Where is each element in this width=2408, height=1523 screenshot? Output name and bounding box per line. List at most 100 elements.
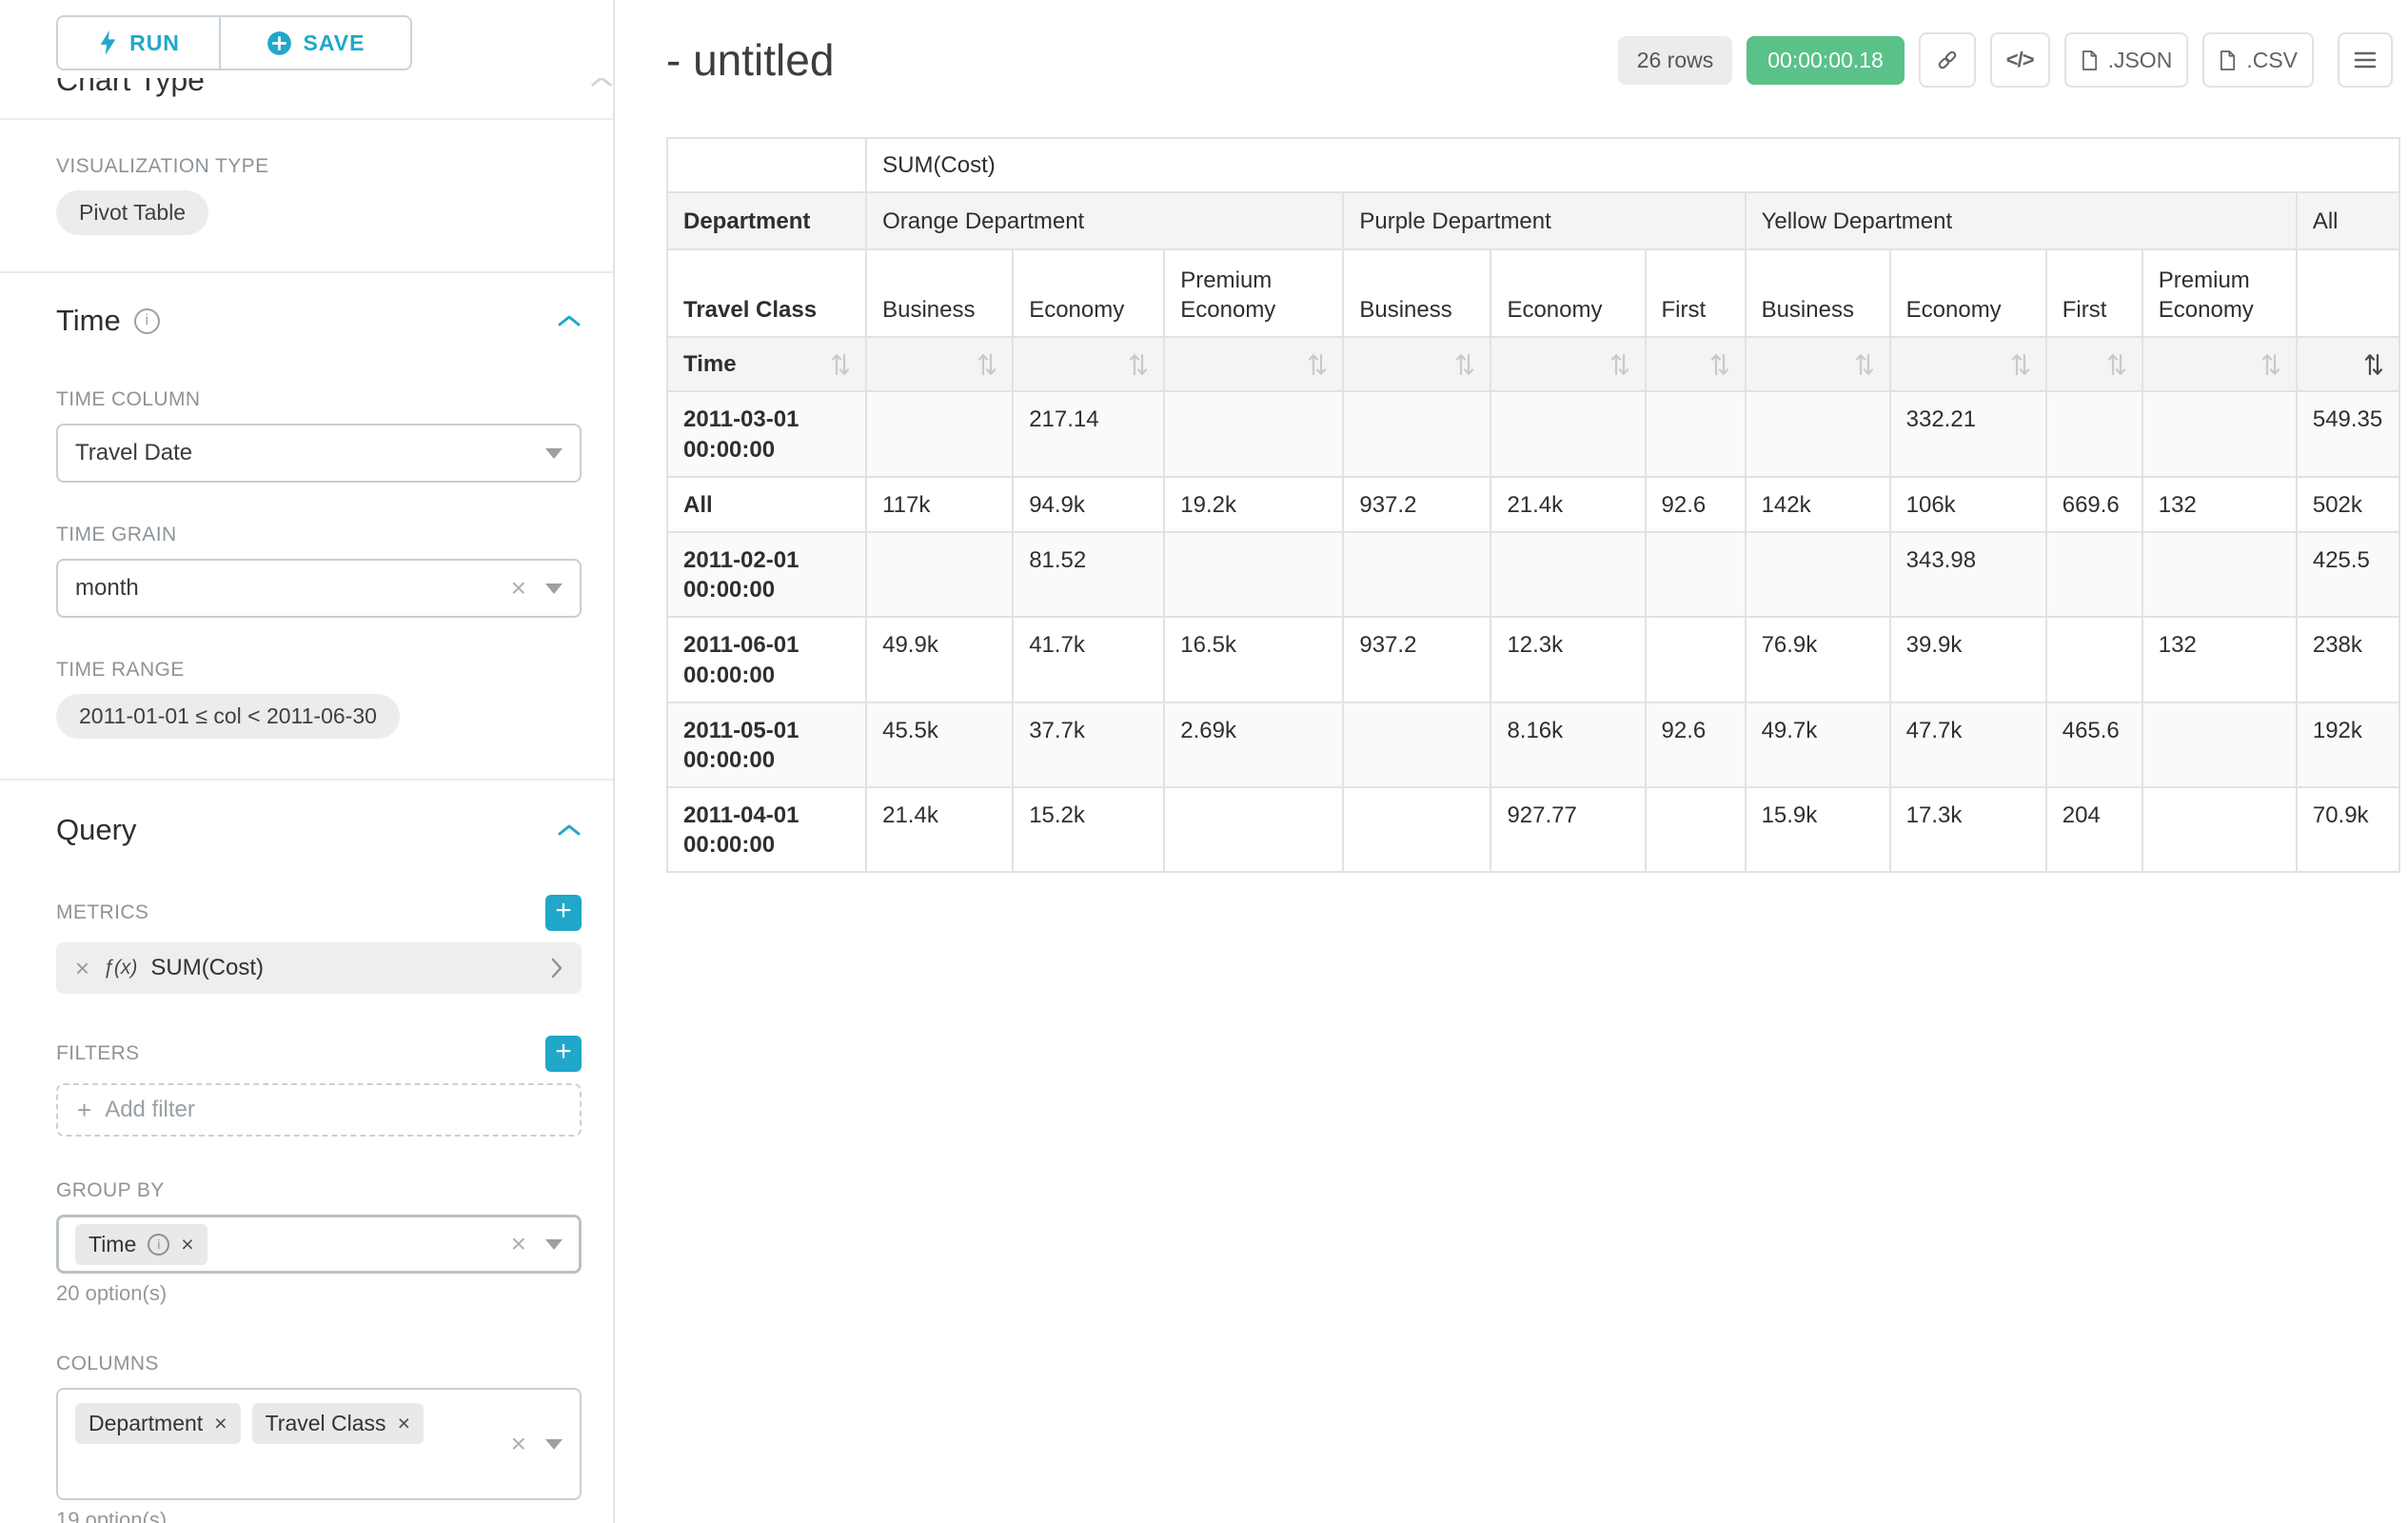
sort-icon[interactable] [2364, 352, 2383, 377]
col-leaf-header: Business [866, 249, 1013, 337]
col-leaf-header [2297, 249, 2399, 337]
query-section: Query METRICS + × ƒ(x) SUM(Cost) FILTERS… [0, 809, 613, 1523]
sort-cell [1164, 337, 1343, 391]
export-csv-button[interactable]: .CSV [2202, 32, 2314, 88]
corner-cell [667, 138, 866, 192]
chevron-up-icon[interactable] [590, 78, 613, 89]
run-button[interactable]: RUN [56, 15, 220, 70]
columns-select[interactable]: Department × Travel Class × × [56, 1388, 582, 1500]
sort-icon[interactable] [1610, 352, 1629, 377]
function-icon: ƒ(x) [103, 957, 137, 979]
caret-down-icon[interactable] [545, 448, 563, 459]
col-group-header: Purple Department [1343, 192, 1745, 249]
sort-icon[interactable] [1308, 352, 1327, 377]
pivot-cell: 92.6 [1646, 702, 1746, 787]
col-leaf-header: Premium Economy [1164, 249, 1343, 337]
export-json-button[interactable]: .JSON [2064, 32, 2189, 88]
metric-header: SUM(Cost) [866, 138, 2399, 192]
pivot-cell: 927.77 [1490, 787, 1645, 872]
sort-icon[interactable] [1455, 352, 1474, 377]
file-icon [2081, 49, 2099, 71]
group-by-label: GROUP BY [56, 1178, 582, 1203]
column-info-icon[interactable]: i [148, 1234, 169, 1256]
pivot-cell [1490, 532, 1645, 617]
pivot-cell: 502k [2297, 477, 2399, 532]
time-range-pill[interactable]: 2011-01-01 ≤ col < 2011-06-30 [56, 694, 400, 739]
caret-down-icon[interactable] [545, 1239, 563, 1250]
sort-icon[interactable] [977, 352, 997, 377]
sort-icon[interactable] [1710, 352, 1729, 377]
divider [0, 779, 613, 781]
sort-icon[interactable] [2261, 352, 2280, 377]
viz-type-pill[interactable]: Pivot Table [56, 190, 208, 235]
columns-tag: Travel Class × [252, 1403, 424, 1444]
column-group-row: DepartmentOrange DepartmentPurple Depart… [667, 192, 2399, 249]
pivot-cell: 37.7k [1013, 702, 1164, 787]
add-filter-button[interactable]: + Add filter [56, 1083, 582, 1137]
time-column-select[interactable]: Travel Date [56, 424, 582, 483]
clear-icon[interactable]: × [511, 575, 526, 602]
remove-tag-icon[interactable]: × [398, 1413, 410, 1434]
column-leaf-row: Travel ClassBusinessEconomyPremium Econo… [667, 249, 2399, 337]
chart-area: - untitled 26 rows 00:00:00.18 </> [615, 0, 2408, 1523]
columns-options-hint: 19 option(s) [56, 1508, 582, 1523]
pivot-cell [2046, 391, 2142, 476]
caret-down-icon[interactable] [545, 1439, 563, 1450]
pivot-cell [1646, 787, 1746, 872]
remove-tag-icon[interactable]: × [214, 1413, 227, 1434]
time-section-header: Time i [56, 300, 582, 342]
col-group-header: All [2297, 192, 2399, 249]
columns-label: COLUMNS [56, 1352, 582, 1376]
sort-icon[interactable] [1855, 352, 1874, 377]
pivot-cell [1746, 532, 1890, 617]
pivot-cell [1343, 532, 1490, 617]
copy-link-button[interactable] [1919, 32, 1976, 88]
pivot-cell: 47.7k [1890, 702, 2046, 787]
add-metric-button[interactable]: + [545, 895, 582, 931]
pivot-cell: 39.9k [1890, 617, 2046, 702]
chart-title[interactable]: - untitled [666, 34, 834, 86]
pivot-cell [1164, 391, 1343, 476]
code-icon: </> [2006, 48, 2034, 72]
pivot-cell: 21.4k [1490, 477, 1645, 532]
time-grain-label: TIME GRAIN [56, 523, 582, 547]
embed-code-button[interactable]: </> [1990, 32, 2050, 88]
add-filter-plus-button[interactable]: + [545, 1036, 582, 1072]
metric-chip[interactable]: × ƒ(x) SUM(Cost) [56, 942, 582, 994]
columns-tag-label: Travel Class [266, 1411, 386, 1436]
info-icon[interactable]: i [134, 308, 160, 334]
sort-cell [1646, 337, 1746, 391]
sort-row: Time [667, 337, 2399, 391]
pivot-cell [2142, 702, 2297, 787]
sort-icon[interactable] [831, 352, 850, 377]
sort-cell [1490, 337, 1645, 391]
caret-down-icon[interactable] [545, 583, 563, 594]
save-button[interactable]: SAVE [220, 15, 412, 70]
sort-icon[interactable] [1129, 352, 1148, 377]
chevron-up-icon[interactable] [557, 313, 582, 328]
pivot-row: 2011-03-01 00:00:00217.14332.21549.35 [667, 391, 2399, 476]
pivot-cell: 217.14 [1013, 391, 1164, 476]
sort-cell [866, 337, 1013, 391]
col-leaf-header: Economy [1013, 249, 1164, 337]
remove-metric-icon[interactable]: × [75, 956, 89, 980]
remove-tag-icon[interactable]: × [181, 1234, 193, 1256]
pivot-cell: 425.5 [2297, 532, 2399, 617]
sort-icon[interactable] [2107, 352, 2126, 377]
sort-icon[interactable] [2011, 352, 2030, 377]
chevron-up-icon[interactable] [557, 822, 582, 838]
divider [0, 118, 613, 120]
add-filter-label: Add filter [105, 1097, 195, 1123]
group-by-options-hint: 20 option(s) [56, 1281, 582, 1306]
group-by-select[interactable]: Time i × × [56, 1215, 582, 1274]
time-grain-select[interactable]: month × [56, 559, 582, 618]
pivot-table-body: 2011-03-01 00:00:00217.14332.21549.35All… [667, 391, 2399, 872]
clear-icon[interactable]: × [511, 1431, 526, 1457]
chevron-right-icon[interactable] [550, 958, 563, 979]
menu-button[interactable] [2338, 32, 2393, 88]
time-range-label: TIME RANGE [56, 658, 582, 682]
pivot-cell: 49.9k [866, 617, 1013, 702]
clear-icon[interactable]: × [511, 1231, 526, 1257]
sort-cell [1343, 337, 1490, 391]
divider [0, 271, 613, 273]
